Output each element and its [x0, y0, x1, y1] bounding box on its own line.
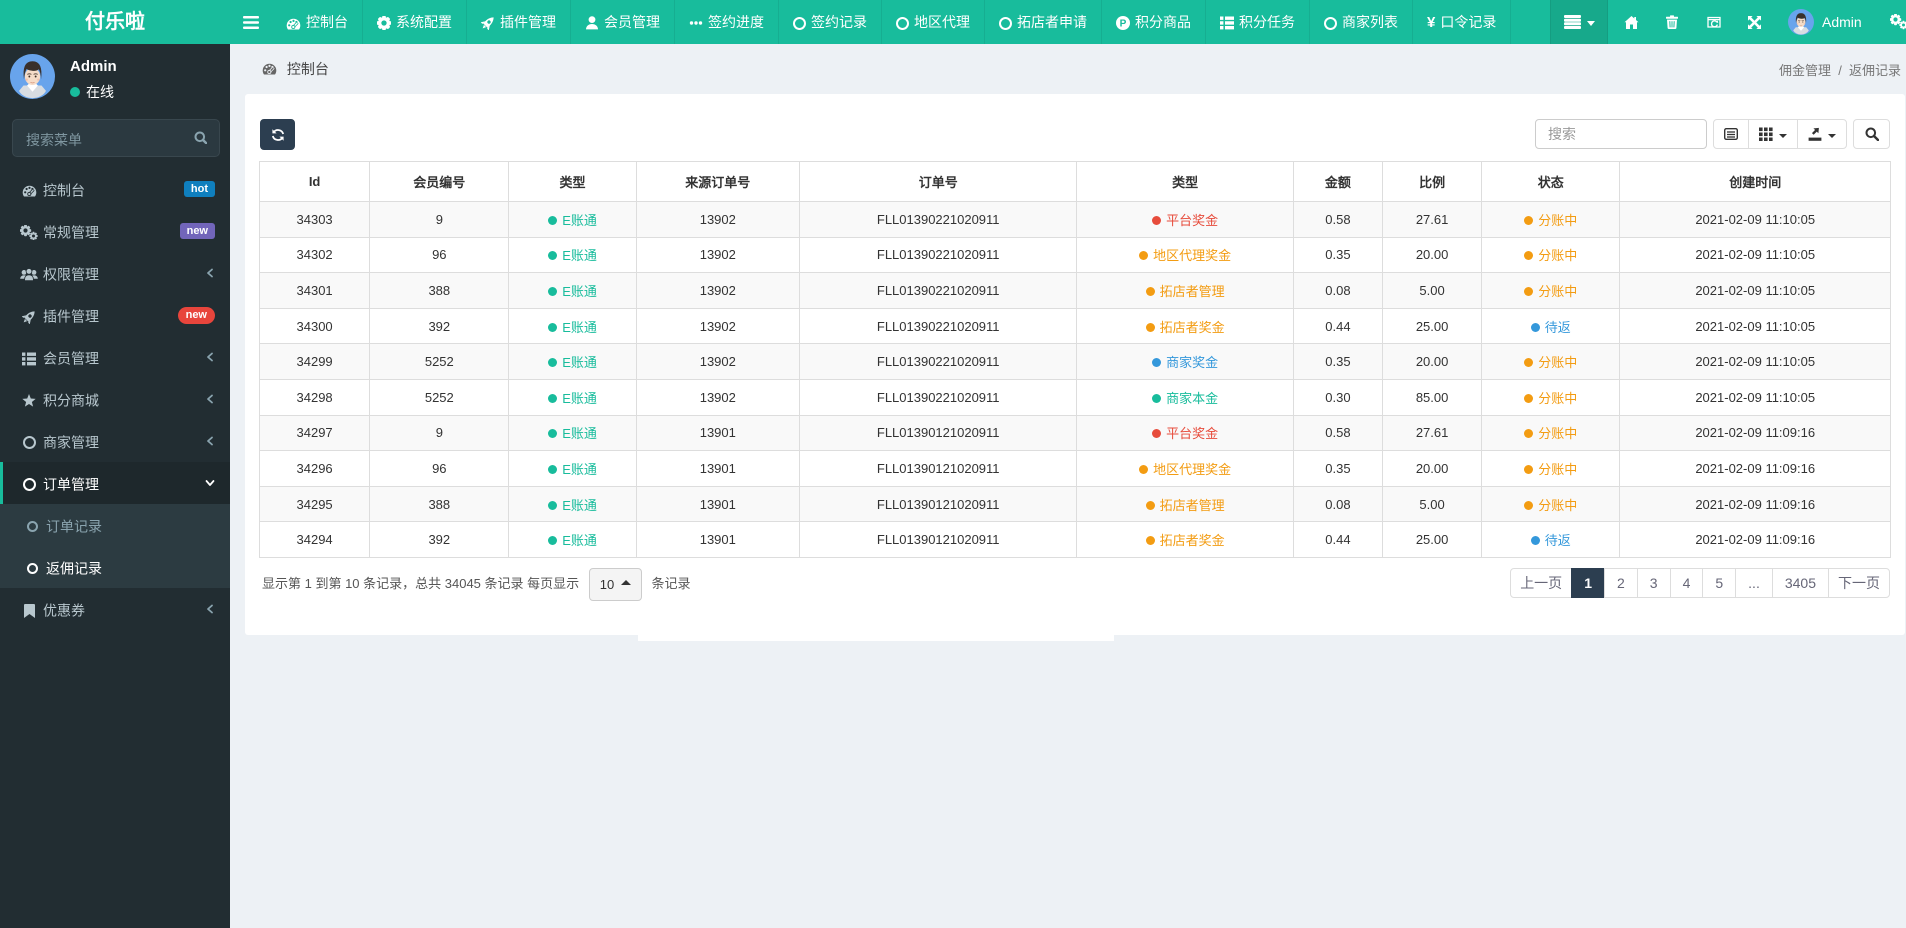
svg-text:P: P	[1120, 18, 1127, 29]
